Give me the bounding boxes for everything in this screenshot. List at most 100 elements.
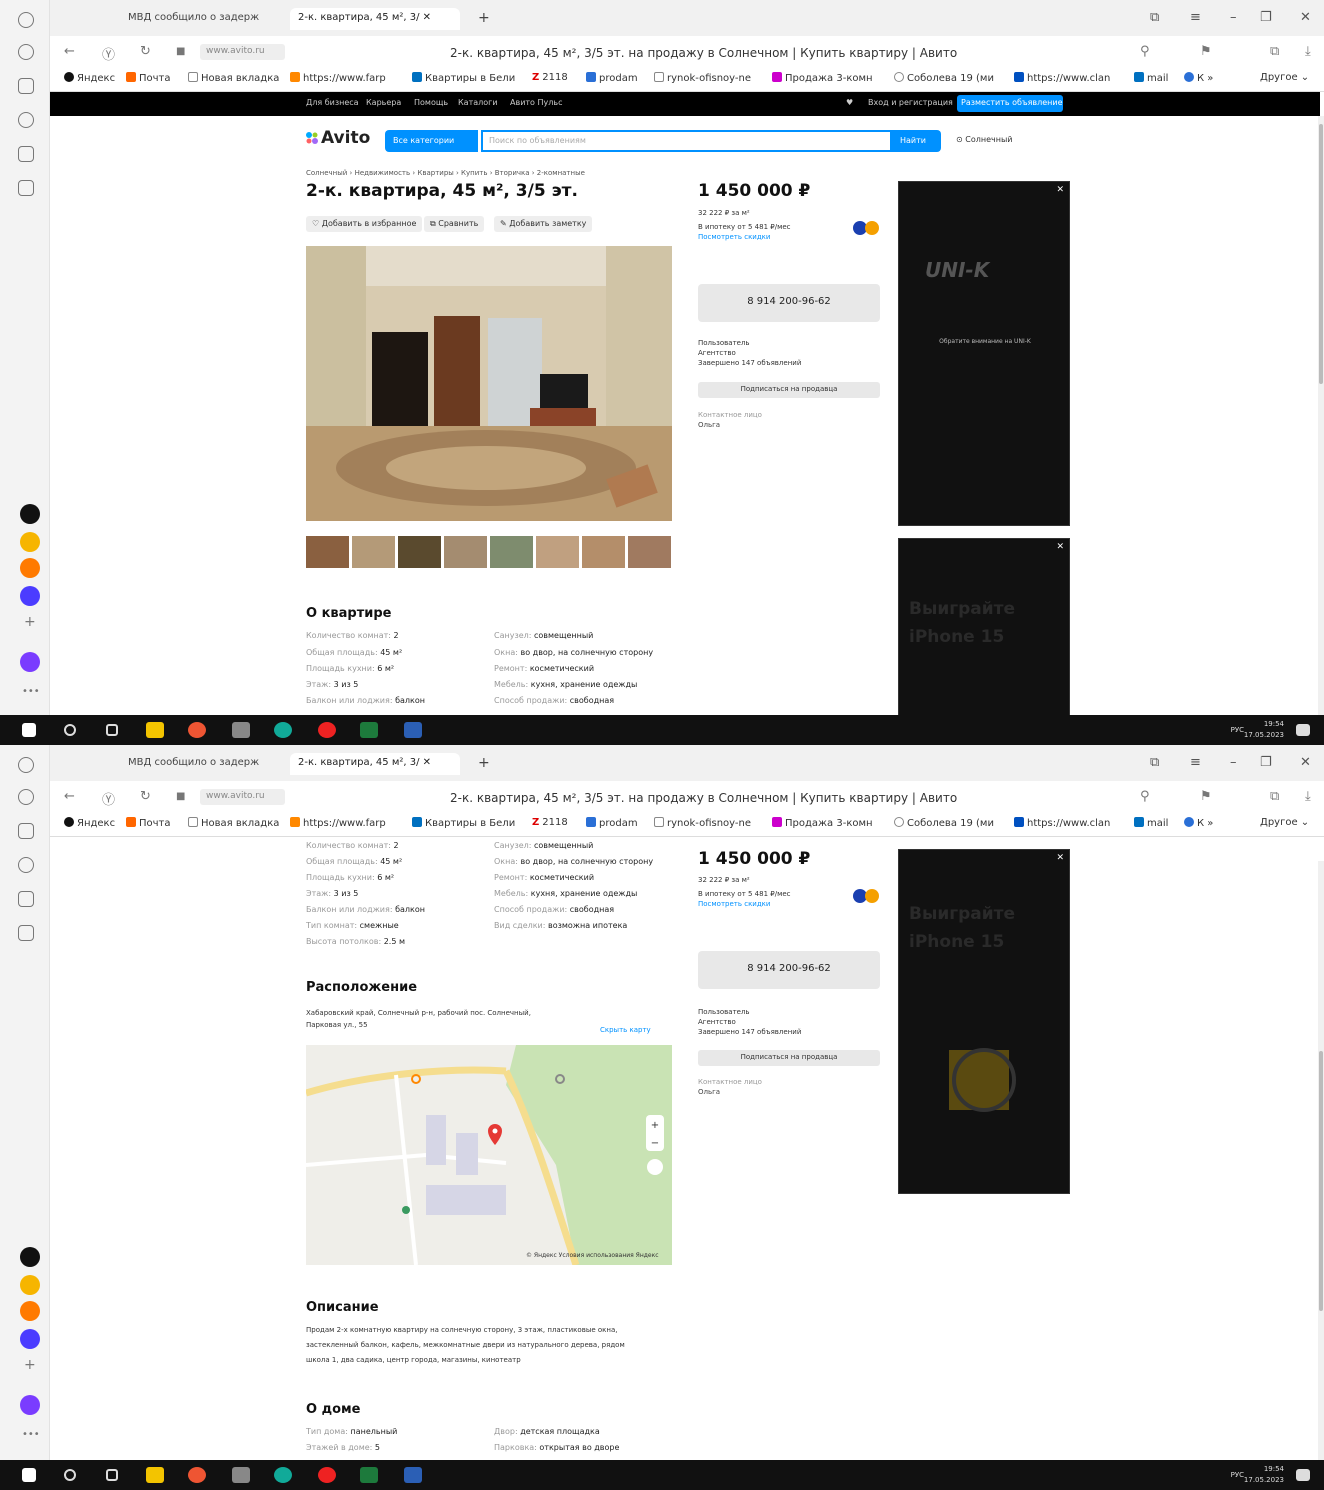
edge-icon[interactable] bbox=[274, 722, 292, 738]
mortgage-link[interactable]: Посмотреть скидки bbox=[698, 899, 770, 909]
bookmark-2118[interactable]: Z 2118 bbox=[532, 817, 568, 828]
favorite-button[interactable]: ♡ Добавить в избранное bbox=[306, 216, 423, 232]
bookmark-clan[interactable]: https://www.clan bbox=[1014, 817, 1110, 829]
bookmark-panel-icon[interactable]: ⧉ bbox=[1150, 755, 1159, 770]
map-footer[interactable]: © Яндекс Условия использования Яндекс bbox=[526, 1251, 659, 1261]
word-icon[interactable] bbox=[404, 722, 422, 738]
minimize-icon[interactable]: – bbox=[1230, 755, 1237, 770]
close-ad-icon[interactable]: ✕ bbox=[1056, 185, 1064, 195]
app-icon[interactable] bbox=[20, 1275, 40, 1295]
bookmark-prodazha[interactable]: Продажа 3-комн bbox=[772, 72, 873, 84]
bookmarks-other[interactable]: Другое ⌄ bbox=[1260, 72, 1309, 83]
more-icon[interactable]: ••• bbox=[22, 686, 40, 697]
tab-listing[interactable]: 2-к. квартира, 45 м², 3/ ✕ bbox=[290, 753, 460, 775]
close-ad-icon[interactable]: ✕ bbox=[1056, 542, 1064, 552]
menu-icon[interactable]: ≡ bbox=[1190, 755, 1201, 770]
yandex-browser-icon[interactable] bbox=[188, 722, 206, 738]
scrollbar[interactable] bbox=[1318, 861, 1324, 1460]
tab-news[interactable]: МВД сообщило о задерж bbox=[120, 8, 280, 30]
notifications-icon[interactable] bbox=[1296, 724, 1310, 736]
maximize-icon[interactable]: ❐ bbox=[1260, 755, 1272, 770]
location-selector[interactable]: ⊙ Солнечный bbox=[956, 135, 1012, 144]
map[interactable]: + − © Яндекс Условия использования Яндек… bbox=[306, 1045, 672, 1265]
show-phone-button[interactable]: 8 914 200-96-62 bbox=[698, 284, 880, 322]
ad-banner[interactable]: ✕ UNI-K Обратите внимание на UNI-K bbox=[898, 181, 1070, 526]
minimize-icon[interactable]: – bbox=[1230, 10, 1237, 25]
bookmark-rynok[interactable]: rynok-ofisnoy-ne bbox=[654, 817, 751, 829]
download-icon[interactable]: ⤓ bbox=[1305, 789, 1311, 804]
post-ad-button[interactable]: Разместить объявление bbox=[957, 95, 1063, 112]
download-icon[interactable]: ⤓ bbox=[1305, 44, 1311, 59]
yandex-icon[interactable] bbox=[318, 722, 336, 738]
tab-listing[interactable]: 2-к. квартира, 45 м², 3/ ✕ bbox=[290, 8, 460, 30]
notes-icon[interactable] bbox=[18, 146, 34, 162]
app-icon[interactable] bbox=[20, 1329, 40, 1349]
topnav-link[interactable]: Авито Пульс bbox=[510, 98, 562, 107]
photo-thumbnail[interactable] bbox=[536, 536, 579, 568]
scrollbar-thumb[interactable] bbox=[1319, 124, 1323, 384]
url-domain[interactable]: www.avito.ru bbox=[200, 789, 285, 805]
app-icon[interactable] bbox=[20, 532, 40, 552]
play-icon[interactable] bbox=[18, 857, 34, 873]
task-view-icon[interactable] bbox=[106, 724, 118, 736]
yandex-icon[interactable] bbox=[318, 1467, 336, 1483]
seller-info[interactable]: Пользователь Агентство Завершено 147 объяв… bbox=[698, 338, 801, 368]
search-icon[interactable] bbox=[64, 724, 76, 736]
bookmark-prodam[interactable]: prodam bbox=[586, 72, 638, 84]
bookmark-ok[interactable]: К » bbox=[1184, 72, 1213, 84]
back-icon[interactable]: ← bbox=[64, 789, 75, 804]
bookmark-kvartiry[interactable]: Квартиры в Бели bbox=[412, 72, 515, 84]
avito-logo[interactable]: Avito bbox=[305, 128, 370, 148]
topnav-link[interactable]: Каталоги bbox=[458, 98, 498, 107]
bookmark-soboleva[interactable]: Соболева 19 (ми bbox=[894, 72, 994, 84]
screenshot-icon[interactable] bbox=[18, 925, 34, 941]
photo-thumbnail[interactable] bbox=[628, 536, 671, 568]
new-tab-button[interactable]: + bbox=[470, 6, 498, 28]
history-icon[interactable] bbox=[18, 44, 34, 60]
reader-icon[interactable]: ⧉ bbox=[1270, 789, 1279, 804]
bookmark-mailru[interactable]: mail bbox=[1134, 817, 1168, 829]
photo-thumbnail[interactable] bbox=[398, 536, 441, 568]
add-app-icon[interactable] bbox=[20, 504, 40, 524]
search-button[interactable]: Найти bbox=[892, 130, 941, 152]
back-icon[interactable]: ← bbox=[64, 44, 75, 59]
share-icon[interactable]: ⚲ bbox=[1140, 44, 1150, 59]
explorer-icon[interactable] bbox=[146, 722, 164, 738]
page-title[interactable]: 2-к. квартира, 45 м², 3/5 эт. на продажу… bbox=[450, 791, 957, 805]
share-icon[interactable]: ⚲ bbox=[1140, 789, 1150, 804]
bookmark-farp[interactable]: https://www.farp bbox=[290, 817, 386, 829]
topnav-link[interactable]: Карьера bbox=[366, 98, 401, 107]
scrollbar-thumb[interactable] bbox=[1319, 1051, 1323, 1311]
bookmark-2118[interactable]: Z 2118 bbox=[532, 72, 568, 83]
bookmark-newtab[interactable]: Новая вкладка bbox=[188, 817, 279, 829]
bookmark-mail[interactable]: Почта bbox=[126, 817, 171, 829]
bookmark-panel-icon[interactable]: ⧉ bbox=[1150, 10, 1159, 25]
explorer-icon[interactable] bbox=[146, 1467, 164, 1483]
maximize-icon[interactable]: ❐ bbox=[1260, 10, 1272, 25]
yandex-icon[interactable]: Ⓨ bbox=[102, 789, 115, 808]
mortgage-link[interactable]: Посмотреть скидки bbox=[698, 232, 770, 242]
menu-icon[interactable]: ≡ bbox=[1190, 10, 1201, 25]
bookmark-mailru[interactable]: mail bbox=[1134, 72, 1168, 84]
bookmark-kvartiry[interactable]: Квартиры в Бели bbox=[412, 817, 515, 829]
hide-map-link[interactable]: Скрыть карту bbox=[600, 1025, 651, 1035]
excel-icon[interactable] bbox=[360, 1467, 378, 1483]
collections-icon[interactable] bbox=[18, 823, 34, 839]
new-tab-button[interactable]: + bbox=[470, 751, 498, 773]
all-categories-button[interactable]: Все категории bbox=[385, 130, 478, 152]
edge-icon[interactable] bbox=[274, 1467, 292, 1483]
system-tray[interactable]: РУС 19:54 17.05.2023 bbox=[1231, 1464, 1284, 1486]
profile-icon[interactable] bbox=[18, 12, 34, 28]
breadcrumb[interactable]: Солнечный › Недвижимость › Квартиры › Ку… bbox=[306, 169, 585, 177]
scrollbar[interactable] bbox=[1318, 116, 1324, 715]
bookmark-mail[interactable]: Почта bbox=[126, 72, 171, 84]
close-icon[interactable]: ✕ bbox=[1300, 755, 1311, 770]
reader-icon[interactable]: ⧉ bbox=[1270, 44, 1279, 59]
bookmark-prodam[interactable]: prodam bbox=[586, 817, 638, 829]
ad-banner[interactable]: ✕ Выиграйте iPhone 15 bbox=[898, 538, 1070, 718]
notifications-icon[interactable] bbox=[1296, 1469, 1310, 1481]
subscribe-seller-button[interactable]: Подписаться на продавца bbox=[698, 1050, 880, 1066]
photo-thumbnail[interactable] bbox=[306, 536, 349, 568]
reload-icon[interactable]: ↻ bbox=[140, 44, 151, 59]
play-icon[interactable] bbox=[18, 112, 34, 128]
